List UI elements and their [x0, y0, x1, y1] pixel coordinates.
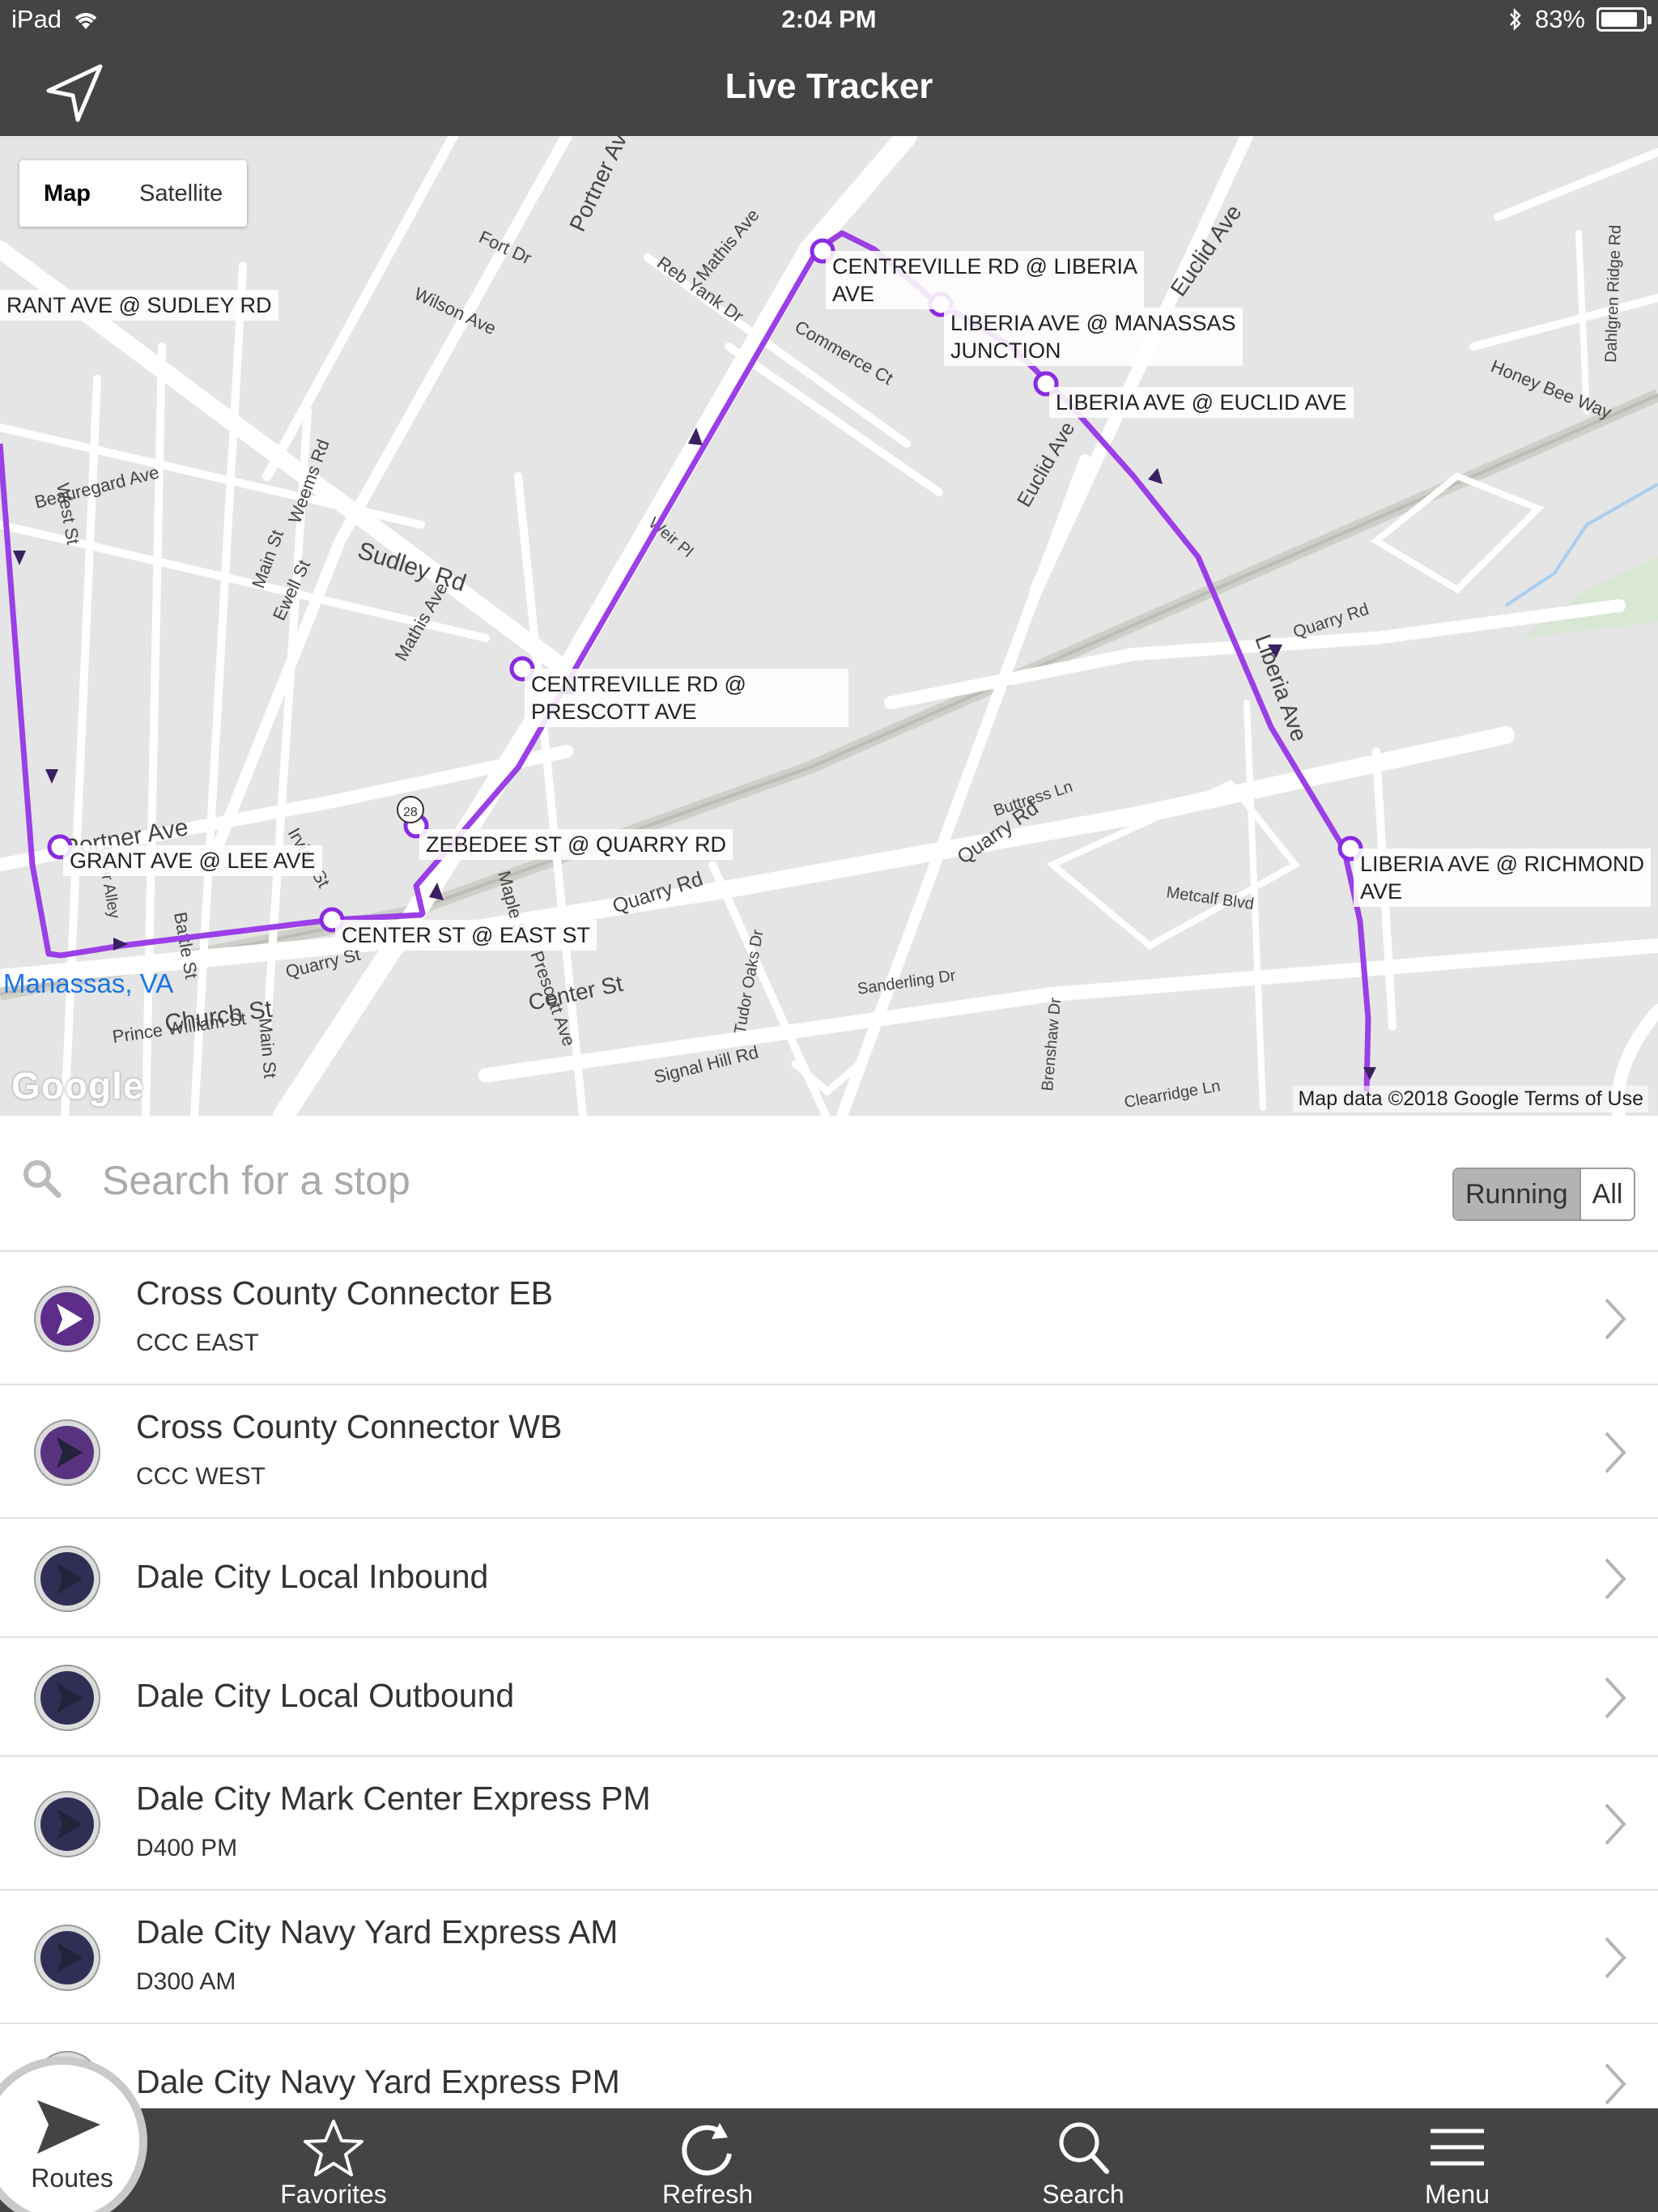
tab-favorites[interactable]: Favorites [236, 2108, 431, 2212]
route-name: Dale City Local Outbound [136, 1677, 515, 1714]
tab-label: Menu [1424, 2180, 1490, 2209]
filter-all[interactable]: All [1579, 1169, 1635, 1219]
map-type-toggle: Map Satellite [19, 160, 248, 227]
route-list: Cross County Connector EB CCC EAST Cross C… [0, 1252, 1658, 2108]
status-bar: iPad 2:04 PM 83% [0, 0, 1658, 39]
tab-search[interactable]: Search [986, 2108, 1180, 2212]
filter-running[interactable]: Running [1454, 1169, 1579, 1219]
route-code: D400 PM [136, 1835, 238, 1861]
route-code: CCC WEST [136, 1463, 266, 1490]
stop-label[interactable]: RANT AVE @ SUDLEY RD [0, 290, 278, 321]
route-name: Cross County Connector WB [136, 1408, 563, 1445]
tab-bar: Favorites Refresh Search Menu [0, 2108, 1658, 2212]
chevron-right-icon [1605, 1937, 1626, 1978]
star-icon [304, 2120, 363, 2176]
route-code: CCC EAST [136, 1329, 259, 1356]
route-row[interactable]: Dale City Navy Yard Express AM D300 AM [0, 1891, 1658, 2024]
route-code: D300 AM [136, 1968, 236, 1995]
route-row[interactable]: Cross County Connector EB CCC EAST [0, 1252, 1658, 1385]
route-row[interactable]: Dale City Local Inbound [0, 1519, 1658, 1638]
route-name: Dale City Navy Yard Express PM [136, 2063, 620, 2100]
stop-label[interactable]: LIBERIA AVE @ RICHMOND AVE [1354, 849, 1651, 907]
stop-label[interactable]: GRANT AVE @ LEE AVE [63, 845, 322, 876]
map-attribution[interactable]: Map data ©2018 Google Terms of Use [1293, 1086, 1648, 1112]
route-name: Dale City Mark Center Express PM [136, 1780, 651, 1817]
stop-label[interactable]: ZEBEDEE ST @ QUARRY RD [419, 829, 733, 860]
status-time: 2:04 PM [781, 5, 877, 33]
stop-label[interactable]: CENTREVILLE RD @ LIBERIA AVE [826, 251, 1145, 309]
route-row[interactable]: Dale City Navy Yard Express PM [0, 2024, 1658, 2108]
route-row[interactable]: Cross County Connector WB CCC WEST [0, 1385, 1658, 1519]
tab-label: Search [1042, 2180, 1124, 2209]
chevron-right-icon [1605, 1677, 1626, 1718]
route-badge-icon [34, 1419, 100, 1486]
play-arrow-icon [37, 2100, 100, 2154]
search-icon [1059, 2122, 1109, 2174]
map-toggle-map[interactable]: Map [19, 160, 115, 227]
chevron-right-icon [1605, 1558, 1626, 1599]
bluetooth-icon [1510, 7, 1521, 32]
battery-percent: 83% [1534, 5, 1585, 33]
chevron-right-icon [1605, 2063, 1626, 2104]
search-input[interactable] [102, 1148, 1316, 1213]
chevron-down-icon[interactable] [787, 1053, 868, 1101]
route-badge-icon [34, 1285, 100, 1352]
refresh-icon [682, 2123, 732, 2176]
route-name: Cross County Connector EB [136, 1274, 554, 1312]
tab-menu[interactable]: Menu [1360, 2108, 1554, 2212]
stop-label[interactable]: CENTER ST @ EAST ST [335, 920, 597, 951]
town-label: Manassas, VA [3, 968, 174, 998]
svg-text:28: 28 [403, 806, 418, 819]
page-title: Live Tracker [725, 66, 933, 106]
map-view[interactable]: Sudley Rd Portner Ave Church St Center S… [0, 136, 1658, 1116]
stop-label[interactable]: LIBERIA AVE @ MANASSAS JUNCTION [944, 308, 1243, 366]
search-icon [23, 1160, 62, 1198]
tab-label: Refresh [661, 2180, 754, 2209]
battery-icon [1596, 7, 1652, 32]
hamburger-menu-icon [1431, 2129, 1484, 2166]
route-badge-icon [34, 1664, 100, 1731]
route-name: Dale City Navy Yard Express AM [136, 1913, 619, 1950]
chevron-right-icon [1605, 1298, 1626, 1339]
chevron-right-icon [1605, 1803, 1626, 1844]
google-logo: Google [11, 1065, 145, 1107]
tab-label: Favorites [280, 2180, 387, 2209]
route-badge-icon [34, 1545, 100, 1612]
route-row[interactable]: Dale City Mark Center Express PM D400 PM [0, 1757, 1658, 1891]
tab-refresh[interactable]: Refresh [610, 2108, 805, 2212]
route-name: Dale City Local Inbound [136, 1558, 489, 1595]
search-bar: Running All [0, 1116, 1658, 1252]
nav-bar: Live Tracker [0, 39, 1658, 136]
chevron-right-icon [1605, 1431, 1626, 1473]
route-row[interactable]: Dale City Local Outbound [0, 1638, 1658, 1757]
map-toggle-satellite[interactable]: Satellite [115, 160, 247, 227]
stop-label[interactable]: CENTREVILLE RD @ PRESCOTT AVE [525, 669, 848, 727]
app-window: iPad 2:04 PM 83% Live Tracker Sudley Rd … [0, 0, 1658, 2212]
running-filter: Running All [1452, 1168, 1636, 1221]
tab-label: Routes [31, 2163, 113, 2193]
stop-label[interactable]: LIBERIA AVE @ EUCLID AVE [1049, 387, 1354, 418]
route-badge-icon [34, 1924, 100, 1991]
route-badge-icon [34, 1790, 100, 1857]
